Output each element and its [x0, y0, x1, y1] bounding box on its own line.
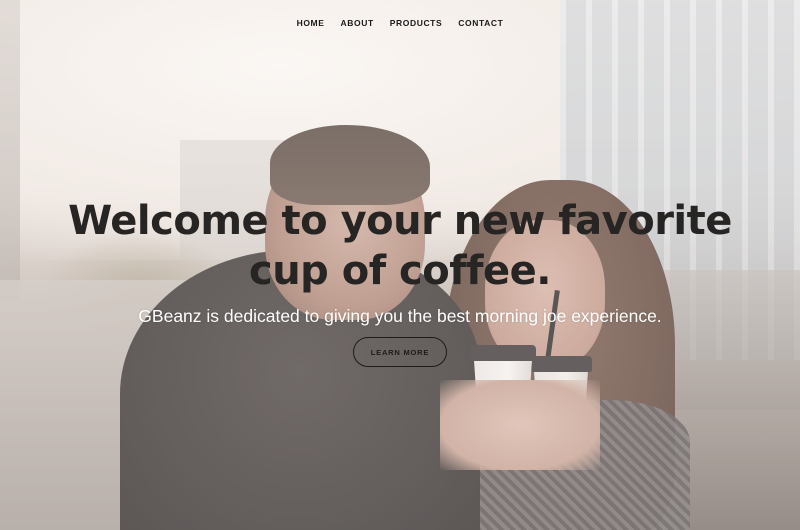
- hero-title-line1: Welcome to your new favorite: [68, 198, 732, 244]
- learn-more-button[interactable]: LEARN MORE: [353, 337, 447, 367]
- hero-subtitle: GBeanz is dedicated to giving you the be…: [138, 306, 662, 326]
- hero-title: Welcome to your new favorite cup of coff…: [50, 196, 750, 296]
- hero-section: HOME ABOUT PRODUCTS CONTACT Welcome to y…: [0, 0, 800, 530]
- nav-contact-link[interactable]: CONTACT: [458, 18, 503, 28]
- nav-products-link[interactable]: PRODUCTS: [390, 18, 443, 28]
- nav-home-link[interactable]: HOME: [297, 18, 325, 28]
- hero-content: Welcome to your new favorite cup of coff…: [0, 196, 800, 367]
- main-nav: HOME ABOUT PRODUCTS CONTACT: [0, 0, 800, 46]
- nav-about-link[interactable]: ABOUT: [341, 18, 374, 28]
- hero-title-line2: cup of coffee.: [248, 248, 552, 294]
